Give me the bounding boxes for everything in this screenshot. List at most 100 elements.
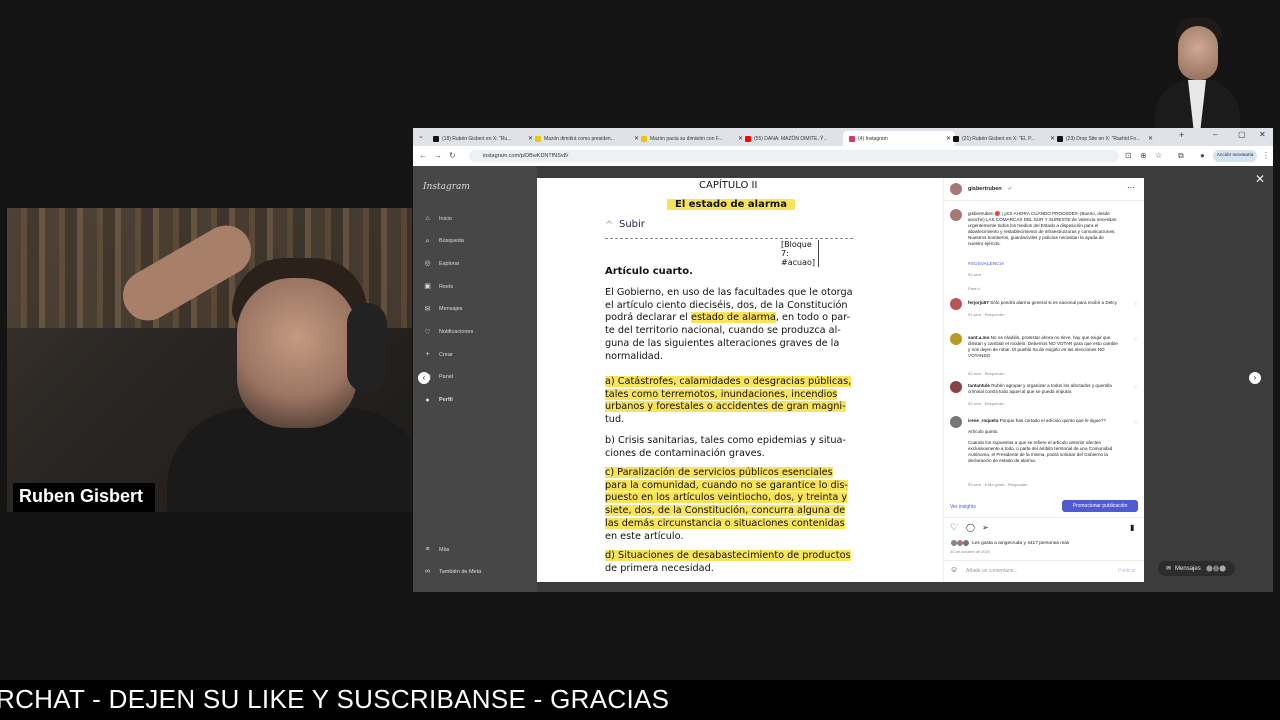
browser-tab[interactable]: Mazón pacta su dimisión con F... ✕ bbox=[635, 131, 747, 146]
minimize-icon[interactable]: – bbox=[1213, 130, 1217, 139]
forward-icon[interactable]: → bbox=[434, 151, 442, 160]
maximize-icon[interactable]: ▢ bbox=[1238, 130, 1246, 139]
tab-list-icon[interactable]: ⌄ bbox=[418, 132, 424, 140]
comment-username[interactable]: tantantule bbox=[968, 383, 990, 388]
comment-input[interactable]: Añade un comentario... bbox=[966, 568, 1106, 574]
plus-icon: + bbox=[425, 351, 430, 359]
browser-tab[interactable]: (4) Instagram ✕ bbox=[843, 131, 955, 146]
sidebar-item[interactable]: ⌕ Búsqueda bbox=[423, 237, 464, 246]
comment-username[interactable]: sant.a.mo bbox=[968, 335, 989, 340]
tab-label: (55) DANA: MAZÓN DIMITE, Ÿ... bbox=[754, 135, 828, 142]
zoom-icon[interactable]: ⊕ bbox=[1140, 151, 1147, 160]
menu-kebab-icon[interactable]: ⋮ bbox=[1262, 151, 1270, 160]
instagram-logo[interactable]: Instagram bbox=[423, 182, 470, 192]
author-avatar[interactable] bbox=[950, 183, 962, 195]
promote-post-button[interactable]: Promocionar publicación bbox=[1062, 500, 1138, 512]
action-required-button[interactable]: Acción necesaria bbox=[1213, 150, 1257, 162]
close-window-icon[interactable]: ✕ bbox=[1259, 130, 1266, 139]
sidebar-item-label: Más bbox=[439, 546, 450, 553]
panel-divider bbox=[944, 200, 1144, 201]
previous-post-icon[interactable]: ‹ bbox=[418, 372, 430, 384]
item-d-line: de primera necesidad. bbox=[605, 563, 714, 574]
instagram-sidebar: Instagram ⌂ Inicio ⌕ Búsqueda ◎ Explorar ▣ Reel… bbox=[413, 166, 537, 592]
view-insights-link[interactable]: Ver insights bbox=[950, 504, 976, 510]
new-tab-button[interactable]: + bbox=[1179, 130, 1184, 140]
emoji-icon[interactable]: ☺ bbox=[950, 565, 958, 574]
news-icon bbox=[641, 135, 647, 142]
sidebar-item[interactable]: ◎ Explorar bbox=[423, 259, 459, 268]
home-icon: ⌂ bbox=[425, 215, 430, 222]
sidebar-item[interactable]: ≡ Más bbox=[423, 545, 449, 554]
sidebar-item[interactable]: ⌂ Inicio bbox=[423, 214, 451, 223]
comment-icon[interactable]: ◯ bbox=[966, 523, 975, 532]
doc-line-text: c) Paralización de servicios públicos es… bbox=[605, 467, 833, 478]
likes-text[interactable]: Les gusta a amgecruda y 4417 personas má… bbox=[972, 541, 1069, 546]
article-intro-line: guna de las siguientes alteraciones grav… bbox=[605, 338, 839, 349]
publish-button[interactable]: Publicar bbox=[1118, 568, 1136, 574]
sidebar-item[interactable]: ✉ Mensajes bbox=[423, 305, 463, 314]
item-a-line: a) Catástrofes, calamidades o desgracias… bbox=[605, 376, 852, 387]
commenter-avatar[interactable] bbox=[950, 298, 962, 310]
close-tab-icon[interactable]: ✕ bbox=[1148, 135, 1157, 142]
install-icon[interactable]: ⊡ bbox=[1125, 151, 1132, 160]
sidebar-item-label: Notificaciones bbox=[439, 329, 474, 335]
sidebar-item[interactable]: ▣ Reels bbox=[423, 282, 453, 291]
webcam-feed bbox=[7, 208, 412, 512]
comment-text: No os olvidéis, protestar ahora no sirve… bbox=[968, 335, 1118, 358]
comment-like-icon[interactable]: ♡ bbox=[1134, 302, 1138, 308]
commenter-avatar[interactable] bbox=[950, 381, 962, 393]
messenger-icon: ✉ bbox=[424, 305, 431, 313]
messages-fab[interactable]: ✉ Mensajes bbox=[1158, 561, 1235, 576]
commenter-avatar[interactable] bbox=[950, 416, 962, 428]
comment-meta[interactable]: 51 sem · Responder bbox=[968, 312, 1004, 317]
hashtag-link[interactable]: #SOSVALENCIA bbox=[968, 262, 1004, 267]
item-c-line: en este artículo. bbox=[605, 531, 683, 542]
comment-meta[interactable]: 52 sem · 6 Me gusta · Responder bbox=[968, 482, 1028, 487]
commenter-avatar[interactable] bbox=[950, 333, 962, 345]
comment-meta[interactable]: 52 sem · Responder bbox=[968, 401, 1004, 406]
comment-text: Porque has cortado el artículo quinto qu… bbox=[999, 418, 1106, 423]
save-icon[interactable]: ▮ bbox=[1130, 523, 1134, 532]
tab-bar: ⌄ (18) Rubén Gisbert en X: "Ru... ✕ Mazón … bbox=[413, 128, 1273, 146]
browser-tab[interactable]: (23) Drop Site en X: "Rashid Fo... ✕ bbox=[1051, 131, 1157, 146]
sidebar-item[interactable]: ∞ También de Meta bbox=[423, 567, 481, 576]
browser-tab[interactable]: (18) Rubén Gisbert en X: "Ru... ✕ bbox=[427, 131, 537, 146]
back-icon[interactable]: ← bbox=[419, 151, 427, 160]
tab-label: Mazón dimitirá como presiden... bbox=[544, 135, 615, 142]
doc-line-text: siete, dos, de la Constitución, concurra… bbox=[605, 505, 846, 517]
reload-icon[interactable]: ↻ bbox=[449, 151, 456, 160]
profile-icon[interactable]: ● bbox=[1200, 151, 1205, 160]
comment-like-icon[interactable]: ♡ bbox=[1134, 420, 1138, 426]
like-icon[interactable]: ♡ bbox=[950, 522, 958, 533]
next-post-icon[interactable]: › bbox=[1249, 372, 1261, 384]
comment: sant.a.mo No os olvidéis, protestar ahor… bbox=[968, 335, 1118, 359]
url-field[interactable]: instagram.com/p/DBwKDNTfNSv8/ bbox=[469, 150, 1119, 162]
comment-placeholder: Añade un comentario... bbox=[966, 568, 1018, 574]
browser-tab[interactable]: Mazón dimitirá como presiden... ✕ bbox=[529, 131, 643, 146]
comment-like-icon[interactable]: ♡ bbox=[1134, 385, 1138, 391]
close-modal-icon[interactable]: ✕ bbox=[1255, 172, 1265, 186]
more-options-icon[interactable]: ⋯ bbox=[1127, 183, 1135, 192]
extensions-icon[interactable]: ⧉ bbox=[1178, 151, 1184, 161]
comment-meta[interactable]: 52 sem · Responder bbox=[968, 371, 1004, 376]
doc-line-text: en este artículo. bbox=[605, 530, 684, 542]
bookmark-star-icon[interactable]: ☆ bbox=[1155, 151, 1162, 160]
section-title: El estado de alarma bbox=[667, 199, 795, 210]
comment-username[interactable]: ferjorju87 bbox=[968, 300, 989, 305]
address-bar: ← → ↻ instagram.com/p/DBwKDNTfNSv8/ ⊡ ⊕ … bbox=[413, 146, 1273, 167]
sidebar-item[interactable]: + Crear bbox=[423, 350, 452, 359]
scrolling-ticker: RCHAT - DEJEN SU LIKE Y SUSCRIBANSE - GR… bbox=[0, 680, 1280, 720]
browser-tab[interactable]: (55) DANA: MAZÓN DIMITE, Ÿ...✕ bbox=[739, 131, 851, 146]
panel-divider bbox=[944, 517, 1144, 518]
browser-tab[interactable]: (21) Rubén Gisbert en X: "EL P... ✕ bbox=[947, 131, 1059, 146]
share-icon[interactable]: ➢ bbox=[982, 523, 989, 532]
x-icon bbox=[953, 135, 959, 142]
caption-avatar bbox=[950, 209, 962, 221]
author-username[interactable]: gisbertruben bbox=[968, 186, 1002, 192]
sidebar-item[interactable]: ♡ Notificaciones bbox=[423, 328, 473, 337]
webcam-name-label: Ruben Gisbert bbox=[13, 483, 156, 512]
doc-line-text: urbanos y forestales o accidentes de gra… bbox=[605, 401, 846, 413]
sidebar-item[interactable]: ● Perfil bbox=[423, 396, 452, 405]
comment-username[interactable]: irene_roqueta bbox=[968, 418, 998, 423]
comment-like-icon[interactable]: ♡ bbox=[1134, 337, 1138, 343]
